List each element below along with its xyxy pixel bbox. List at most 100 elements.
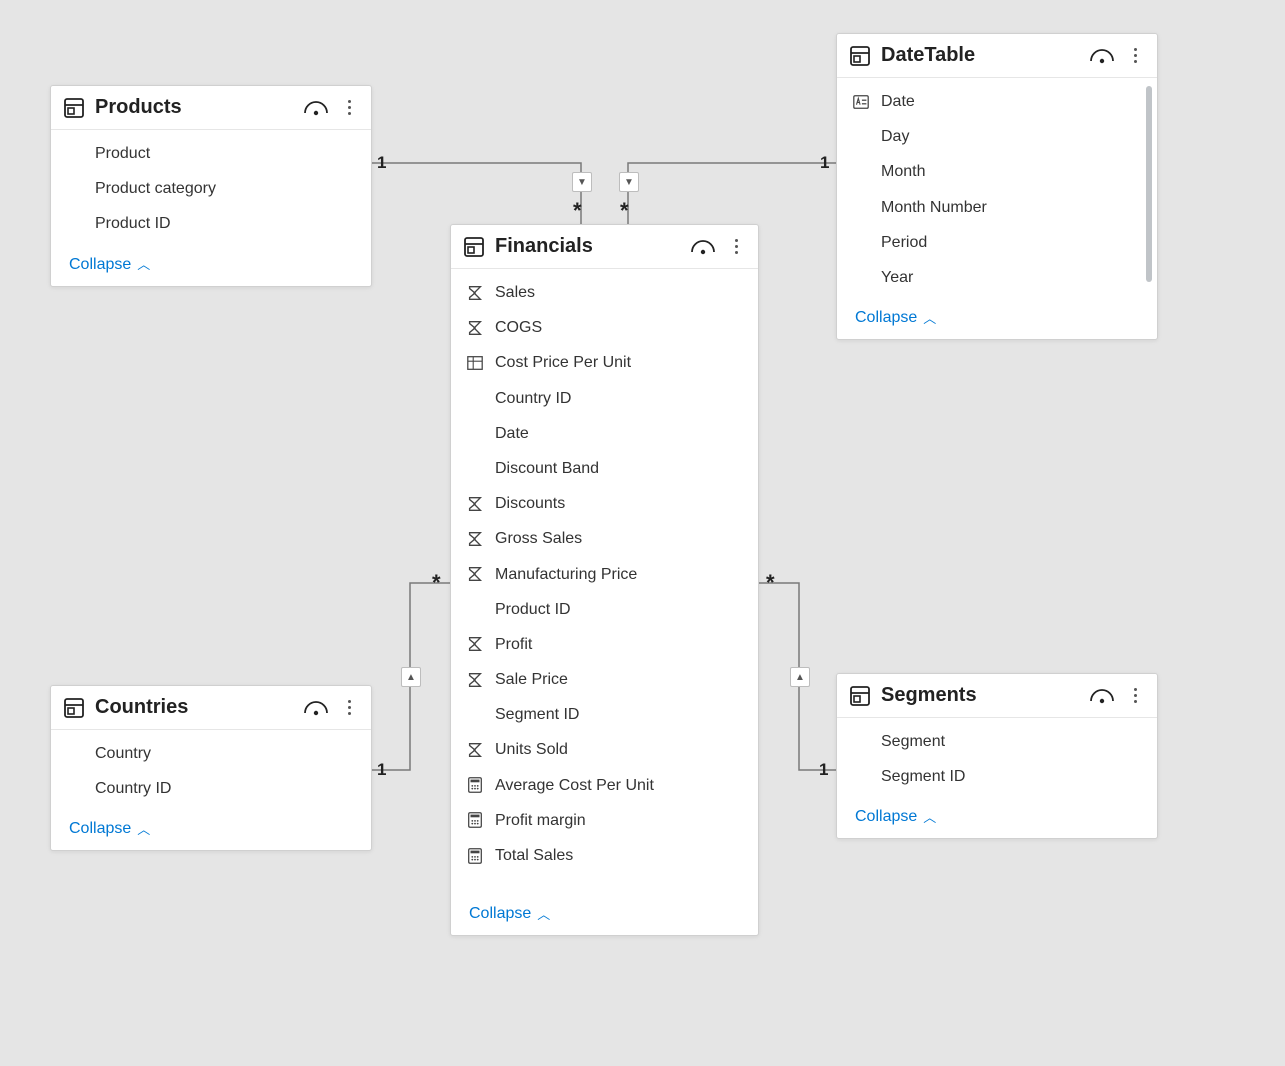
field-label: Gross Sales — [495, 525, 582, 552]
rel-countries-direction-icon — [401, 667, 421, 687]
field-row[interactable]: Date — [451, 416, 758, 451]
table-title: Countries — [95, 696, 293, 719]
more-options-icon[interactable] — [339, 98, 359, 117]
table-card-countries[interactable]: Countries CountryCountry ID Collapse ︿ — [50, 685, 372, 851]
sum-icon — [466, 671, 484, 689]
field-label: Product ID — [95, 210, 171, 237]
field-row[interactable]: Period — [837, 225, 1157, 260]
field-row[interactable]: Date — [837, 84, 1157, 119]
field-row[interactable]: Discount Band — [451, 451, 758, 486]
field-row[interactable]: Total Sales — [451, 838, 758, 873]
sum-icon — [466, 635, 484, 653]
field-label: Product ID — [495, 596, 571, 623]
model-diagram-canvas[interactable]: 1 * 1 * 1 * 1 * Products ProductProduct … — [0, 0, 1285, 1066]
chevron-up-icon: ︿ — [137, 823, 150, 836]
table-header[interactable]: Segments — [837, 674, 1157, 718]
rel-datetable-direction-icon — [619, 172, 639, 192]
field-row[interactable]: Product ID — [51, 206, 371, 241]
collapse-button[interactable]: Collapse ︿ — [837, 301, 1157, 339]
rel-countries-cardinality-1: 1 — [377, 760, 386, 780]
visibility-icon[interactable] — [1089, 47, 1115, 65]
visibility-icon[interactable] — [1089, 687, 1115, 705]
field-list: CountryCountry ID — [51, 730, 371, 812]
more-options-icon[interactable] — [1125, 46, 1145, 65]
collapse-button[interactable]: Collapse ︿ — [51, 248, 371, 286]
field-label: Date — [495, 420, 529, 447]
field-row[interactable]: Country — [51, 736, 371, 771]
collapse-button[interactable]: Collapse ︿ — [51, 812, 371, 850]
sum-icon — [466, 741, 484, 759]
field-row[interactable]: Year — [837, 260, 1157, 295]
field-row[interactable]: Gross Sales — [451, 521, 758, 556]
field-label: Month — [881, 158, 925, 185]
field-label: Sales — [495, 279, 535, 306]
field-label: Total Sales — [495, 842, 573, 869]
table-title: Products — [95, 96, 293, 119]
field-row[interactable]: Month Number — [837, 190, 1157, 225]
rel-datetable-cardinality-many: * — [620, 200, 629, 222]
collapse-button[interactable]: Collapse ︿ — [837, 800, 1157, 838]
table-title: Segments — [881, 684, 1079, 707]
table-header[interactable]: Countries — [51, 686, 371, 730]
more-options-icon[interactable] — [726, 237, 746, 256]
field-row[interactable]: Profit margin — [451, 803, 758, 838]
field-row[interactable]: Manufacturing Price — [451, 557, 758, 592]
table-header[interactable]: Products — [51, 86, 371, 130]
field-label: Day — [881, 123, 909, 150]
collapse-button[interactable]: Collapse ︿ — [451, 879, 758, 935]
sum-icon — [466, 284, 484, 302]
field-row[interactable]: Sale Price — [451, 662, 758, 697]
sum-icon — [466, 530, 484, 548]
field-row[interactable]: Country ID — [51, 771, 371, 806]
table-icon — [63, 697, 85, 719]
field-row[interactable]: Segment — [837, 724, 1157, 759]
field-row[interactable]: Sales — [451, 275, 758, 310]
field-row[interactable]: Profit — [451, 627, 758, 662]
field-label: Average Cost Per Unit — [495, 772, 654, 799]
field-row[interactable]: Day — [837, 119, 1157, 154]
table-header[interactable]: DateTable — [837, 34, 1157, 78]
field-label: Sale Price — [495, 666, 568, 693]
chevron-up-icon: ︿ — [923, 312, 936, 325]
field-row[interactable]: Discounts — [451, 486, 758, 521]
visibility-icon[interactable] — [690, 238, 716, 256]
table-card-segments[interactable]: Segments Segment Segment ID Collapse ︿ — [836, 673, 1158, 839]
field-label: Year — [881, 264, 913, 291]
field-label: Profit — [495, 631, 532, 658]
table-icon — [63, 97, 85, 119]
field-row[interactable]: Product category — [51, 171, 371, 206]
field-row[interactable]: Segment ID — [837, 759, 1157, 794]
rel-products-cardinality-many: * — [573, 200, 582, 222]
collapse-label: Collapse — [69, 820, 131, 838]
sum-icon — [466, 565, 484, 583]
visibility-icon[interactable] — [303, 699, 329, 717]
field-label: COGS — [495, 314, 542, 341]
chevron-up-icon: ︿ — [537, 908, 550, 921]
field-row[interactable]: Cost Price Per Unit — [451, 345, 758, 380]
field-row[interactable]: Average Cost Per Unit — [451, 768, 758, 803]
rel-segments-cardinality-1: 1 — [819, 760, 828, 780]
scrollbar-thumb[interactable] — [1146, 86, 1152, 282]
table-header[interactable]: Financials — [451, 225, 758, 269]
table-card-products[interactable]: Products Product Product category Product … — [50, 85, 372, 287]
calc-icon — [466, 811, 484, 829]
more-options-icon[interactable] — [339, 698, 359, 717]
more-options-icon[interactable] — [1125, 686, 1145, 705]
field-row[interactable]: Product ID — [451, 592, 758, 627]
table-card-datetable[interactable]: DateTable Date Day Month Month NumberPeriod… — [836, 33, 1158, 340]
field-row[interactable]: Segment ID — [451, 697, 758, 732]
field-row[interactable]: COGS — [451, 310, 758, 345]
field-row[interactable]: Country ID — [451, 381, 758, 416]
visibility-icon[interactable] — [303, 99, 329, 117]
field-row[interactable]: Product — [51, 136, 371, 171]
field-row[interactable]: Units Sold — [451, 732, 758, 767]
field-row[interactable]: Month — [837, 154, 1157, 189]
table-icon — [849, 45, 871, 67]
table-icon — [849, 685, 871, 707]
field-label: Date — [881, 88, 915, 115]
field-label: Product category — [95, 175, 216, 202]
field-label: Product — [95, 140, 150, 167]
field-label: Segment — [881, 728, 945, 755]
table-card-financials[interactable]: Financials Sales COGS Cost Price Per Unit… — [450, 224, 759, 936]
field-label: Profit margin — [495, 807, 586, 834]
